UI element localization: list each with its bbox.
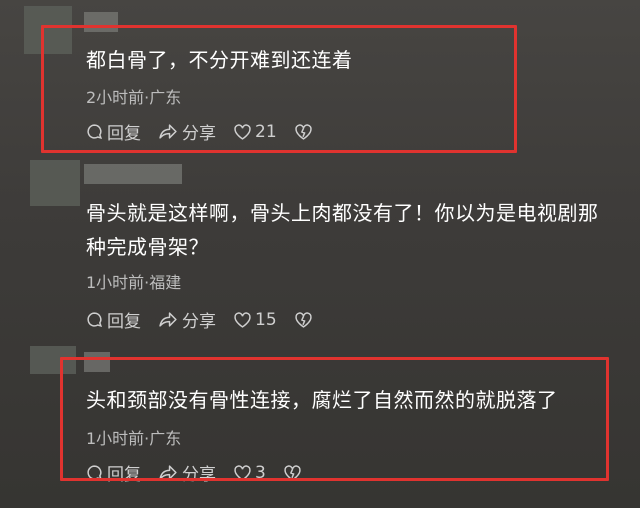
avatar[interactable] (30, 160, 80, 206)
comment-text: 骨头就是这样啊，骨头上肉都没有了！你以为是电视剧那 (86, 201, 599, 225)
share-button[interactable]: 分享 (159, 307, 216, 332)
share-icon (159, 312, 177, 327)
reply-button[interactable]: 回复 (86, 307, 141, 332)
dislike-icon (294, 311, 312, 328)
reply-label: 回复 (107, 312, 141, 332)
like-button[interactable]: 15 (234, 310, 277, 330)
username[interactable] (84, 164, 182, 184)
reply-icon (87, 312, 103, 327)
comment-meta: 1小时前·福建 (86, 273, 182, 292)
highlight-box (41, 25, 517, 153)
highlight-box (60, 357, 609, 481)
share-label: 分享 (182, 312, 216, 332)
dislike-button[interactable] (294, 311, 316, 328)
comment-actions: 回复 分享 15 (86, 307, 334, 332)
comment-text: 种完成骨架？ (86, 235, 209, 259)
heart-icon (234, 311, 251, 328)
like-count: 15 (255, 309, 277, 330)
